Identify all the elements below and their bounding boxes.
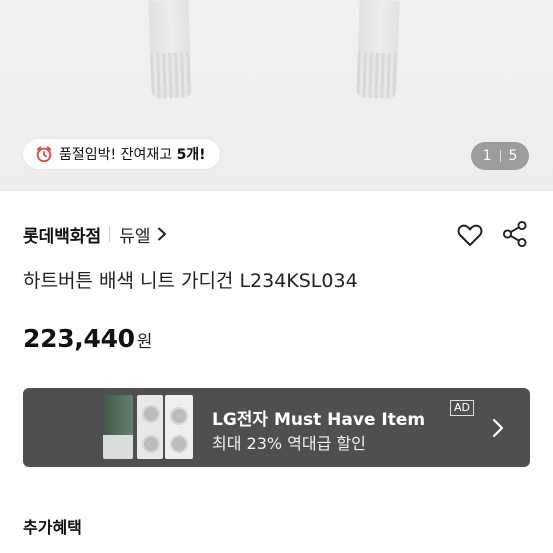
divider — [0, 190, 553, 191]
seller-row: 롯데백화점 듀엘 — [23, 220, 168, 248]
washer-image — [165, 395, 193, 459]
price: 223,440 — [23, 324, 135, 353]
product-title: 하트버튼 배색 니트 가디건 L234KSL034 — [23, 270, 358, 292]
pager-separator — [499, 150, 501, 162]
cardigan-left-sleeve — [148, 0, 192, 99]
pager-current: 1 — [482, 148, 492, 164]
pager-total: 5 — [508, 148, 518, 164]
chevron-right-icon — [492, 418, 504, 438]
share-icon[interactable] — [502, 220, 528, 248]
stock-count: 5개! — [176, 147, 206, 163]
image-pager: 1 5 — [471, 142, 529, 170]
ad-tag: AD — [450, 400, 474, 416]
brand-name: 듀엘 — [119, 226, 151, 247]
seller-name[interactable]: 롯데백화점 — [23, 222, 101, 247]
price-row: 223,440 원 — [23, 324, 152, 353]
price-unit: 원 — [136, 332, 153, 352]
heart-icon[interactable] — [456, 221, 484, 249]
cardigan-right-sleeve — [356, 0, 400, 99]
brand-link[interactable]: 듀엘 — [119, 222, 168, 247]
low-stock-text: 품절임박! 잔여재고 — [59, 147, 177, 163]
product-image[interactable]: 품절임박! 잔여재고 5개! 1 5 — [0, 0, 553, 190]
ad-subtitle: 최대 23% 역대급 할인 — [212, 434, 366, 453]
alarm-clock-icon — [36, 146, 52, 163]
ad-title: LG전자 Must Have Item — [212, 410, 426, 430]
dryer-image — [137, 395, 163, 459]
chevron-right-icon — [158, 227, 167, 241]
seller-separator — [109, 226, 111, 242]
low-stock-badge: 품절임박! 잔여재고 5개! — [23, 139, 220, 169]
ad-banner[interactable]: LG전자 Must Have Item 최대 23% 역대급 할인 AD — [23, 388, 530, 467]
refrigerator-drawer — [103, 435, 133, 459]
benefits-heading: 추가혜택 — [23, 518, 82, 537]
